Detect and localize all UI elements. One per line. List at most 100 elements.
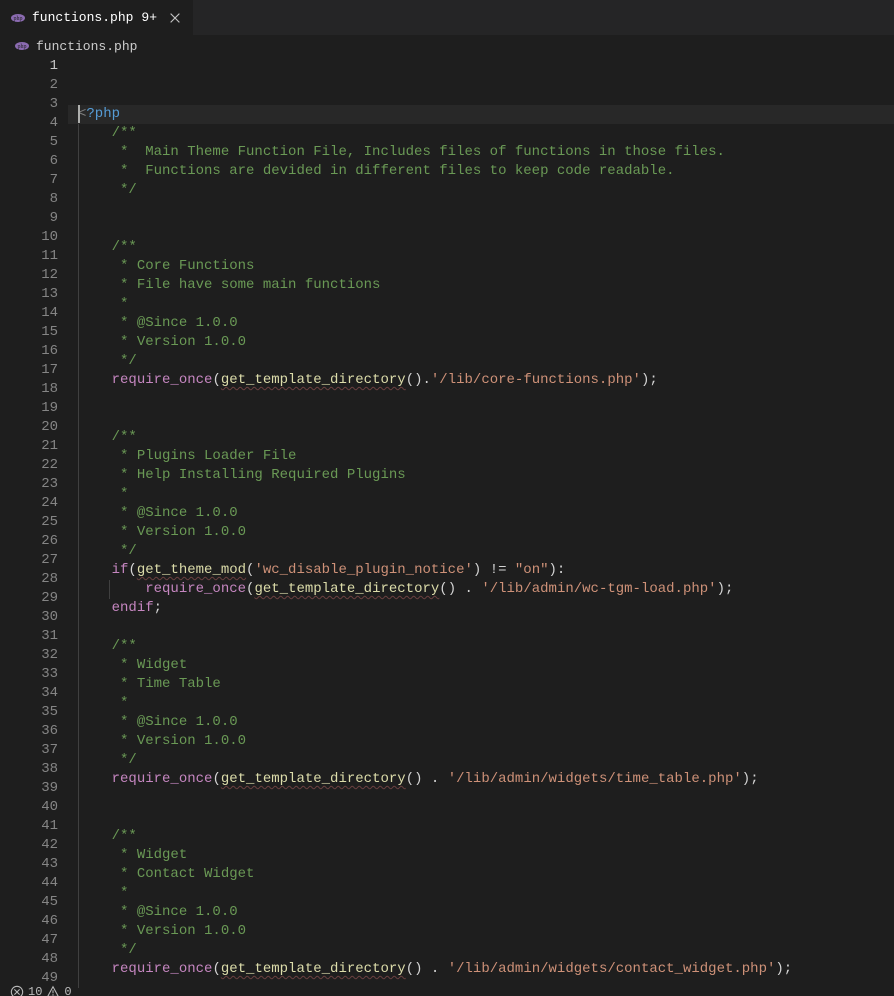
code-line[interactable]: require_once(get_template_directory() . …	[68, 770, 894, 789]
tab-bar: php functions.php 9+	[0, 0, 894, 35]
line-number: 33	[18, 665, 58, 684]
code-line[interactable]: * Widget	[68, 656, 894, 675]
indent-guide	[78, 124, 79, 143]
code-line[interactable]: * Plugins Loader File	[68, 447, 894, 466]
code-line[interactable]: */	[68, 542, 894, 561]
code-line[interactable]: *	[68, 694, 894, 713]
code-line[interactable]	[68, 618, 894, 637]
line-number: 9	[18, 209, 58, 228]
code-line[interactable]: *	[68, 884, 894, 903]
indent-guide	[78, 580, 79, 599]
code-line[interactable]	[68, 979, 894, 988]
code-line[interactable]: *	[68, 295, 894, 314]
code-line[interactable]: * Time Table	[68, 675, 894, 694]
code-line[interactable]: * Version 1.0.0	[68, 922, 894, 941]
indent-guide	[78, 162, 79, 181]
code-line[interactable]: * Help Installing Required Plugins	[68, 466, 894, 485]
code-line[interactable]: */	[68, 352, 894, 371]
indent-guide	[78, 561, 79, 580]
indent-guide	[78, 447, 79, 466]
code-line[interactable]	[68, 219, 894, 238]
indent-guide	[78, 846, 79, 865]
code-line[interactable]: * Version 1.0.0	[68, 333, 894, 352]
code-line[interactable]: * Contact Widget	[68, 865, 894, 884]
line-number: 32	[18, 646, 58, 665]
code-line[interactable]: if(get_theme_mod('wc_disable_plugin_noti…	[68, 561, 894, 580]
editor-area: 1234567891011121314151617181920212223242…	[0, 57, 894, 988]
code-line[interactable]: * Version 1.0.0	[68, 732, 894, 751]
indent-guide	[78, 960, 79, 979]
code-line[interactable]: */	[68, 941, 894, 960]
code-line[interactable]	[68, 808, 894, 827]
code-line[interactable]: /**	[68, 124, 894, 143]
code-line[interactable]: *	[68, 485, 894, 504]
breadcrumb-label: functions.php	[36, 39, 137, 54]
line-number: 43	[18, 855, 58, 874]
indent-guide	[78, 504, 79, 523]
line-number: 23	[18, 475, 58, 494]
code-line[interactable]: * @Since 1.0.0	[68, 314, 894, 333]
indent-guide	[78, 219, 79, 238]
line-number: 5	[18, 133, 58, 152]
line-number: 31	[18, 627, 58, 646]
indent-guide	[78, 371, 79, 390]
indent-guide	[78, 941, 79, 960]
tab-functions-php[interactable]: php functions.php 9+	[0, 0, 194, 35]
indent-guide	[78, 276, 79, 295]
code-line[interactable]: <?php	[68, 105, 894, 124]
code-line[interactable]	[68, 390, 894, 409]
indent-guide	[78, 238, 79, 257]
code-line[interactable]: require_once(get_template_directory() . …	[68, 960, 894, 979]
line-number: 13	[18, 285, 58, 304]
line-number: 1	[18, 57, 58, 76]
code-line[interactable]: * Core Functions	[68, 257, 894, 276]
indent-guide	[78, 542, 79, 561]
line-number: 36	[18, 722, 58, 741]
indent-guide	[78, 390, 79, 409]
code-line[interactable]: */	[68, 751, 894, 770]
code-line[interactable]: * Widget	[68, 846, 894, 865]
line-number: 3	[18, 95, 58, 114]
problems-indicator[interactable]: 10 0	[10, 985, 72, 996]
line-number: 34	[18, 684, 58, 703]
indent-guide	[78, 466, 79, 485]
breadcrumb[interactable]: php functions.php	[0, 35, 894, 57]
code-line[interactable]: * @Since 1.0.0	[68, 903, 894, 922]
code-line[interactable]: * @Since 1.0.0	[68, 504, 894, 523]
indent-guide	[78, 637, 79, 656]
line-number: 41	[18, 817, 58, 836]
line-number: 14	[18, 304, 58, 323]
code-line[interactable]: /**	[68, 428, 894, 447]
line-number: 7	[18, 171, 58, 190]
line-number: 25	[18, 513, 58, 532]
close-icon[interactable]	[167, 10, 183, 26]
line-number: 38	[18, 760, 58, 779]
code-line[interactable]: * @Since 1.0.0	[68, 713, 894, 732]
code-line[interactable]: * File have some main functions	[68, 276, 894, 295]
line-number: 19	[18, 399, 58, 418]
code-line[interactable]	[68, 789, 894, 808]
code-line[interactable]: /**	[68, 238, 894, 257]
code-line[interactable]: * Version 1.0.0	[68, 523, 894, 542]
code-line[interactable]: /**	[68, 827, 894, 846]
code-line[interactable]: * Functions are devided in different fil…	[68, 162, 894, 181]
code-line[interactable]	[68, 200, 894, 219]
indent-guide	[78, 903, 79, 922]
code-line[interactable]: require_once(get_template_directory().'/…	[68, 371, 894, 390]
code-line[interactable]: /**	[68, 637, 894, 656]
indent-guide	[78, 732, 79, 751]
line-number: 37	[18, 741, 58, 760]
php-file-icon: php	[14, 38, 30, 54]
line-number: 28	[18, 570, 58, 589]
code-line[interactable]: */	[68, 181, 894, 200]
line-number: 12	[18, 266, 58, 285]
code-view[interactable]: <?php /** * Main Theme Function File, In…	[68, 57, 894, 988]
line-number: 4	[18, 114, 58, 133]
line-number: 42	[18, 836, 58, 855]
indent-guide	[78, 808, 79, 827]
code-line[interactable]: endif;	[68, 599, 894, 618]
code-line[interactable]: require_once(get_template_directory() . …	[68, 580, 894, 599]
indent-guide	[78, 333, 79, 352]
code-line[interactable]: * Main Theme Function File, Includes fil…	[68, 143, 894, 162]
code-line[interactable]	[68, 409, 894, 428]
